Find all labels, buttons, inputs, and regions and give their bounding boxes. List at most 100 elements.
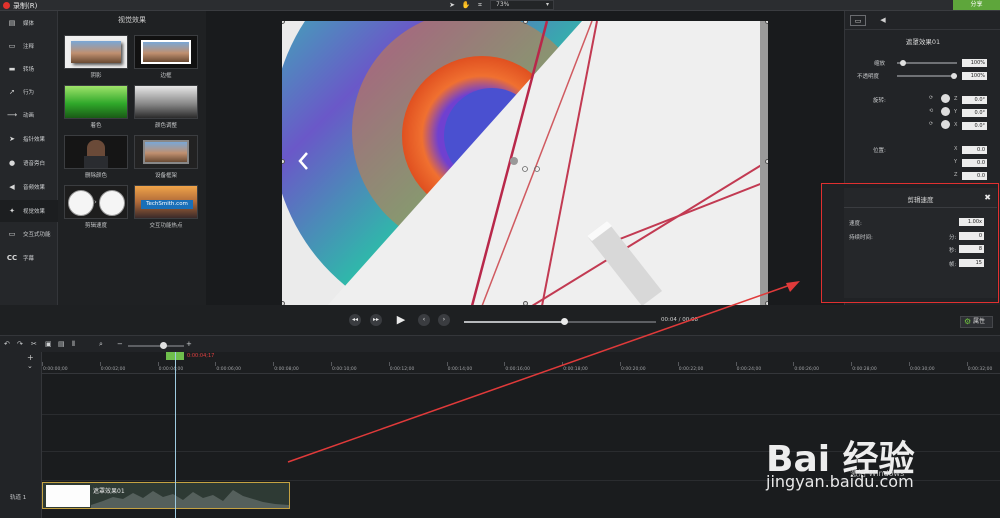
ruler-tick bbox=[909, 362, 910, 366]
sidebar-item-label: 注释 bbox=[23, 44, 35, 50]
sidebar-item-interactivity[interactable]: ▭ 交互式功能 bbox=[0, 223, 58, 245]
record-icon[interactable] bbox=[3, 2, 10, 9]
copy-icon[interactable]: ▣ bbox=[45, 340, 52, 348]
next-icon[interactable]: › bbox=[438, 314, 450, 326]
track-header: 轨道 1 bbox=[0, 374, 42, 518]
clip-thumbnail bbox=[46, 485, 90, 507]
play-icon[interactable]: ▶ bbox=[393, 312, 409, 328]
sidebar-item-transitions[interactable]: ▬ 转场 bbox=[0, 58, 58, 80]
rotate-y-icon[interactable]: ⟲ bbox=[929, 108, 933, 114]
pan-tool-icon[interactable]: ✋ bbox=[461, 1, 471, 10]
duration-label: 持续时间: bbox=[849, 235, 873, 241]
sidebar-item-audio-effects[interactable]: ◀ 音频效果 bbox=[0, 176, 58, 198]
position-y-field[interactable]: 0.0 bbox=[962, 159, 987, 167]
rotation-z-row: 旋转: ⟳ Z 0.0° bbox=[845, 94, 1000, 105]
timeline-zoom-slider[interactable] bbox=[128, 345, 184, 347]
rotation-x-field[interactable]: 0.0° bbox=[962, 122, 987, 130]
media-clip[interactable]: 遮罩效果01 bbox=[42, 482, 290, 509]
top-toolbar: 录制(R) ➤ ✋ ⌗ 73% ▾ 分享 bbox=[0, 0, 1000, 11]
position-z-field[interactable]: 0.0 bbox=[962, 172, 987, 180]
sidebar-item-label: 语音旁白 bbox=[23, 161, 46, 167]
record-button[interactable]: 录制(R) bbox=[13, 1, 37, 11]
ruler-tick-label: 0:00:28;00 bbox=[852, 367, 877, 372]
effect-tile-color-adjust[interactable]: 颜色调整 bbox=[134, 85, 198, 129]
opacity-value-field[interactable]: 100% bbox=[962, 72, 987, 80]
cut-icon[interactable]: ✂ bbox=[31, 340, 37, 348]
ruler-tick bbox=[388, 362, 390, 366]
minutes-field[interactable]: 0 bbox=[959, 232, 984, 240]
effect-tile-device-frame[interactable]: 设备框架 bbox=[134, 135, 198, 179]
rotation-y-field[interactable]: 0.0° bbox=[962, 109, 987, 117]
step-back-icon[interactable]: ◂◂ bbox=[349, 314, 361, 326]
rotation-z-field[interactable]: 0.0° bbox=[962, 96, 987, 104]
rotate-y-dial[interactable] bbox=[941, 107, 950, 116]
ruler-tick bbox=[677, 362, 679, 366]
annotation-icon: ▭ bbox=[8, 42, 16, 50]
speed-field[interactable]: 1.00x bbox=[959, 218, 984, 226]
effect-thumbnail bbox=[64, 135, 128, 169]
properties-button[interactable]: ⚙ 属性 bbox=[960, 316, 993, 328]
tab-audio-properties[interactable]: ◀ bbox=[875, 15, 891, 26]
opacity-slider-knob[interactable] bbox=[951, 73, 957, 79]
tab-visual-properties[interactable]: ▭ bbox=[850, 15, 866, 26]
ruler-tick-label: 0:00:00;00 bbox=[43, 367, 68, 372]
sidebar-item-animations[interactable]: ⟶ 动画 bbox=[0, 104, 58, 126]
sidebar-item-label: 转场 bbox=[23, 67, 35, 73]
rotate-z-dial[interactable] bbox=[941, 94, 950, 103]
seconds-field[interactable]: 8 bbox=[959, 245, 984, 253]
sidebar-item-visual-effects[interactable]: ✦ 视觉效果 bbox=[0, 200, 58, 222]
effect-tile-remove-color[interactable]: 删除颜色 bbox=[64, 135, 128, 179]
sidebar-item-cursor-effects[interactable]: ➤ 指针效果 bbox=[0, 128, 58, 150]
scrubber-knob[interactable] bbox=[561, 318, 568, 325]
effect-tile-colorize[interactable]: 着色 bbox=[64, 85, 128, 129]
opacity-slider[interactable] bbox=[897, 75, 957, 77]
collapse-icon[interactable]: ⌄ bbox=[27, 362, 33, 370]
zoom-select[interactable]: 73% ▾ bbox=[490, 0, 554, 10]
sidebar-item-label: 行为 bbox=[23, 90, 35, 96]
rotate-x-icon[interactable]: ⟳ bbox=[929, 121, 933, 127]
close-icon[interactable]: ✖ bbox=[984, 193, 991, 202]
scale-slider-knob[interactable] bbox=[900, 60, 906, 66]
rotate-z-icon[interactable]: ⟳ bbox=[929, 95, 933, 101]
step-forward-icon[interactable]: ▸▸ bbox=[370, 314, 382, 326]
split-icon[interactable]: ⫴ bbox=[72, 340, 75, 349]
sidebar-item-voice-narration[interactable]: ● 语音旁白 bbox=[0, 152, 58, 174]
ruler-tick bbox=[735, 362, 737, 366]
playhead[interactable] bbox=[175, 352, 176, 518]
sidebar-item-captions[interactable]: CC 字幕 bbox=[0, 247, 58, 269]
sidebar-item-annotations[interactable]: ▭ 注释 bbox=[0, 35, 58, 57]
scale-slider[interactable] bbox=[897, 62, 957, 64]
clip-speed-title: 剪辑速度 bbox=[907, 196, 934, 204]
playback-scrubber[interactable] bbox=[464, 318, 656, 325]
sidebar-item-label: 字幕 bbox=[23, 256, 35, 262]
frames-field[interactable]: 15 bbox=[959, 259, 984, 267]
effect-tile-border[interactable]: 边框 bbox=[134, 35, 198, 79]
effect-tile-clip-speed[interactable]: › 剪辑速度 bbox=[64, 185, 128, 229]
position-x-field[interactable]: 0.0 bbox=[962, 146, 987, 154]
resize-handle[interactable] bbox=[765, 21, 768, 24]
sidebar-item-behaviors[interactable]: ➚ 行为 bbox=[0, 81, 58, 103]
share-button[interactable]: 分享 bbox=[953, 0, 1000, 10]
undo-icon[interactable]: ↶ bbox=[4, 340, 10, 348]
sidebar-item-media[interactable]: ▤ 媒体 bbox=[0, 12, 58, 34]
scale-value-field[interactable]: 100% bbox=[962, 59, 987, 67]
crop-tool-icon[interactable]: ⌗ bbox=[475, 1, 485, 10]
ruler-tick bbox=[562, 362, 564, 366]
select-tool-icon[interactable]: ➤ bbox=[447, 1, 457, 10]
timeline-zoom-knob[interactable] bbox=[160, 342, 167, 349]
effect-tile-shadow[interactable]: 阴影 bbox=[64, 35, 128, 79]
rotate-x-dial[interactable] bbox=[941, 120, 950, 129]
zoom-icon[interactable]: ⌕ bbox=[99, 340, 103, 349]
timeline-ruler[interactable]: 0:00:00;00 0:00:02;00 0:00:04;00 0:00:06;00… bbox=[42, 352, 1000, 374]
zoom-in-icon[interactable]: + bbox=[186, 340, 192, 348]
minutes-label: 分: bbox=[949, 235, 957, 241]
paste-icon[interactable]: ▤ bbox=[58, 340, 65, 348]
preview-canvas[interactable] bbox=[282, 21, 768, 306]
add-track-icon[interactable]: + bbox=[27, 353, 34, 362]
track-label[interactable]: 轨道 1 bbox=[10, 493, 26, 501]
previous-icon[interactable]: ‹ bbox=[418, 314, 430, 326]
effect-tile-hotspot[interactable]: TechSmith.com 交互功能热点 bbox=[134, 185, 198, 229]
redo-icon[interactable]: ↷ bbox=[17, 340, 23, 348]
resize-handle[interactable] bbox=[765, 159, 768, 164]
zoom-out-icon[interactable]: − bbox=[117, 340, 123, 348]
